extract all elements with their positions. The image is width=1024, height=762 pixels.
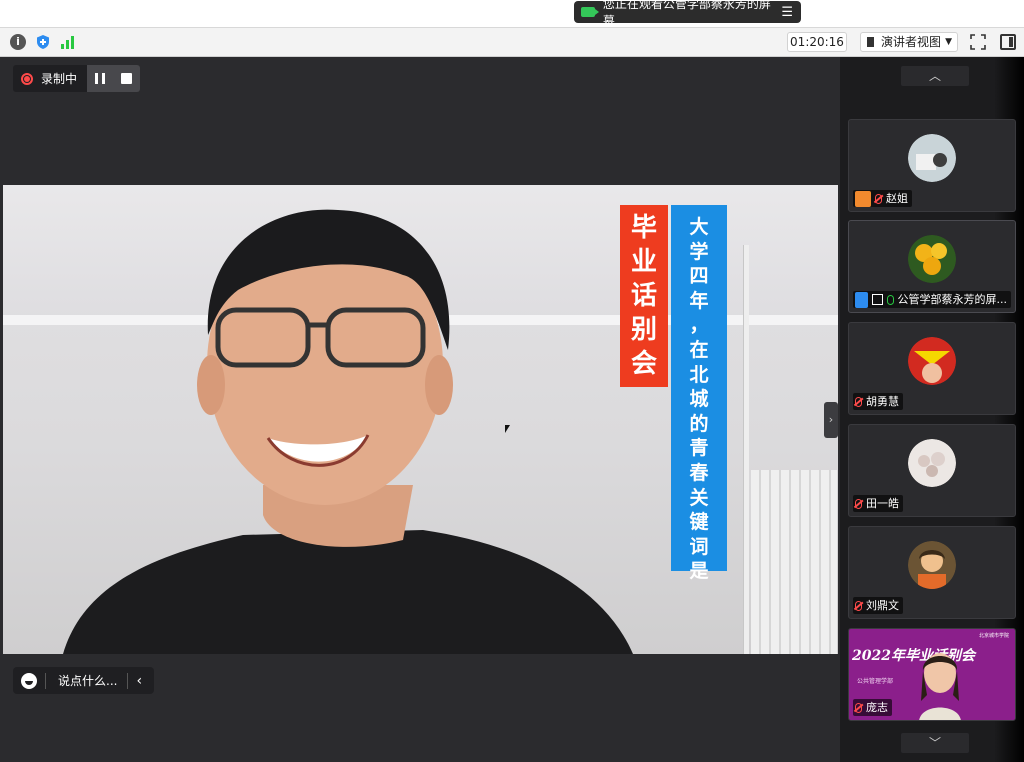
banner-red-char: 会 <box>630 349 657 379</box>
recording-status[interactable]: 录制中 <box>13 65 88 92</box>
record-icon <box>21 72 33 85</box>
banner-blue-char: 四 <box>689 265 709 288</box>
participant-tile[interactable]: 胡勇慧 <box>848 322 1016 415</box>
mic-muted-icon <box>855 498 862 509</box>
speaker-video: 毕 业 话 别 会 大 学 四 年 ， 在 北 城 的 青 春 关 键 词 是 <box>3 185 838 654</box>
participant-tile[interactable]: 北京城市学院 2022年毕业话别会 公共管理学部 庞志 <box>848 628 1016 721</box>
pause-icon[interactable] <box>95 73 106 84</box>
screen-share-notice[interactable]: 您正在观看公管学部蔡永芳的屏幕 ☰ <box>574 0 801 28</box>
banner-blue-char: 键 <box>689 511 709 534</box>
banner-red-char: 业 <box>630 247 657 277</box>
camera-icon <box>581 7 599 17</box>
meeting-toolbar: i 01:20:16 演讲者视图 ▼ <box>0 28 1024 57</box>
banner-caption-blue: 大 学 四 年 ， 在 北 城 的 青 春 关 键 词 是 <box>671 205 727 582</box>
school-logo-text: 北京城市学院 <box>978 633 1009 639</box>
participant-tile[interactable]: 田一皓 <box>848 424 1016 517</box>
participant-name-tag: 赵姐 <box>853 190 912 207</box>
share-notice-text: 您正在观看公管学部蔡永芳的屏幕 <box>602 0 771 28</box>
participant-tile[interactable]: 刘鼎文 <box>848 526 1016 619</box>
banner-blue-char: 关 <box>689 486 709 509</box>
view-mode-label: 演讲者视图 <box>881 35 942 49</box>
participant-name-tag: 刘鼎文 <box>853 597 903 614</box>
participant-name: 赵姐 <box>886 192 908 205</box>
main-stage: 录制中 毕 业 话 别 会 大 学 四 年 ， 在 北 城 的 青 春 关 键 … <box>0 57 840 762</box>
user-badge-icon <box>855 190 871 207</box>
recording-controls <box>87 65 141 92</box>
participant-name-tag: 田一皓 <box>853 495 903 512</box>
mic-on-icon <box>887 294 894 305</box>
participant-tile[interactable]: 赵姐 <box>848 119 1016 212</box>
participant-sidebar: ︿ 赵姐 公管学部蔡永芳的屏... 胡勇慧 田一皓 刘鼎文 北京城市学院 202… <box>840 57 1024 762</box>
banner-red-char: 别 <box>630 315 657 345</box>
participant-name: 胡勇慧 <box>866 395 899 408</box>
info-icon[interactable]: i <box>10 34 26 50</box>
scroll-up-button[interactable]: ︿ <box>901 66 969 86</box>
participant-name-tag: 庞志 <box>853 699 892 716</box>
speaker-view-icon <box>867 37 877 47</box>
chat-input-placeholder[interactable]: 说点什么... <box>58 672 117 689</box>
banner-red-char: 话 <box>630 281 657 311</box>
banner-blue-char: 城 <box>689 388 709 411</box>
avatar <box>908 235 956 283</box>
side-panel-icon[interactable] <box>1000 34 1016 50</box>
banner-red-char: 毕 <box>630 213 657 243</box>
participant-name: 刘鼎文 <box>866 599 899 612</box>
banner-blue-char: 北 <box>689 363 709 386</box>
fullscreen-icon[interactable] <box>970 34 986 50</box>
banner-blue-char: 是 <box>689 560 709 583</box>
recording-label: 录制中 <box>41 72 78 86</box>
participant-name-tag: 公管学部蔡永芳的屏... <box>853 291 1011 308</box>
avatar <box>908 134 956 182</box>
mic-muted-icon <box>855 702 862 713</box>
banner-blue-char: ， <box>689 314 709 337</box>
menu-icon[interactable]: ☰ <box>781 5 793 20</box>
scroll-down-button[interactable]: ﹀ <box>901 733 969 753</box>
banner-title-red: 毕 业 话 别 会 <box>620 205 668 387</box>
mic-muted-icon <box>875 193 882 204</box>
stop-icon[interactable] <box>121 73 133 84</box>
screen-share-icon <box>871 294 884 305</box>
collapse-sidebar-handle[interactable]: › <box>824 402 838 438</box>
shield-icon[interactable] <box>35 34 51 50</box>
participant-name-tag: 胡勇慧 <box>853 393 903 410</box>
emoji-icon[interactable] <box>21 672 37 689</box>
mic-muted-icon <box>855 396 862 407</box>
banner-blue-char: 年 <box>689 289 709 312</box>
banner-blue-char: 的 <box>689 412 709 435</box>
participant-tile[interactable]: 公管学部蔡永芳的屏... <box>848 220 1016 313</box>
mic-muted-icon <box>855 600 862 611</box>
video-banner-subtitle: 公共管理学部 <box>857 678 894 685</box>
participant-name: 田一皓 <box>866 497 899 510</box>
meeting-timer: 01:20:16 <box>787 32 847 52</box>
banner-blue-char: 学 <box>689 240 709 263</box>
banner-blue-char: 在 <box>689 338 709 361</box>
recording-bar: 录制中 <box>13 65 141 92</box>
banner-blue-char: 大 <box>689 216 709 238</box>
banner-blue-char: 词 <box>689 535 709 558</box>
chevron-down-icon: ▼ <box>945 37 952 47</box>
participant-name: 庞志 <box>866 701 888 714</box>
avatar <box>908 541 956 589</box>
window-titlebar: 您正在观看公管学部蔡永芳的屏幕 ☰ <box>0 0 1024 28</box>
mouse-cursor-icon <box>505 425 510 433</box>
avatar <box>908 337 956 385</box>
participant-video-face <box>919 653 961 720</box>
chat-input-bar[interactable]: 说点什么... ‹ <box>13 667 155 694</box>
banner-blue-char: 青 <box>689 437 709 460</box>
chevron-left-icon[interactable]: ‹ <box>136 673 146 689</box>
banner-blue-char: 春 <box>689 461 709 484</box>
signal-icon[interactable] <box>60 34 76 50</box>
participant-name: 公管学部蔡永芳的屏... <box>897 293 1008 306</box>
view-mode-select[interactable]: 演讲者视图 ▼ <box>860 32 958 52</box>
host-badge-icon <box>855 291 868 308</box>
avatar <box>908 439 956 487</box>
